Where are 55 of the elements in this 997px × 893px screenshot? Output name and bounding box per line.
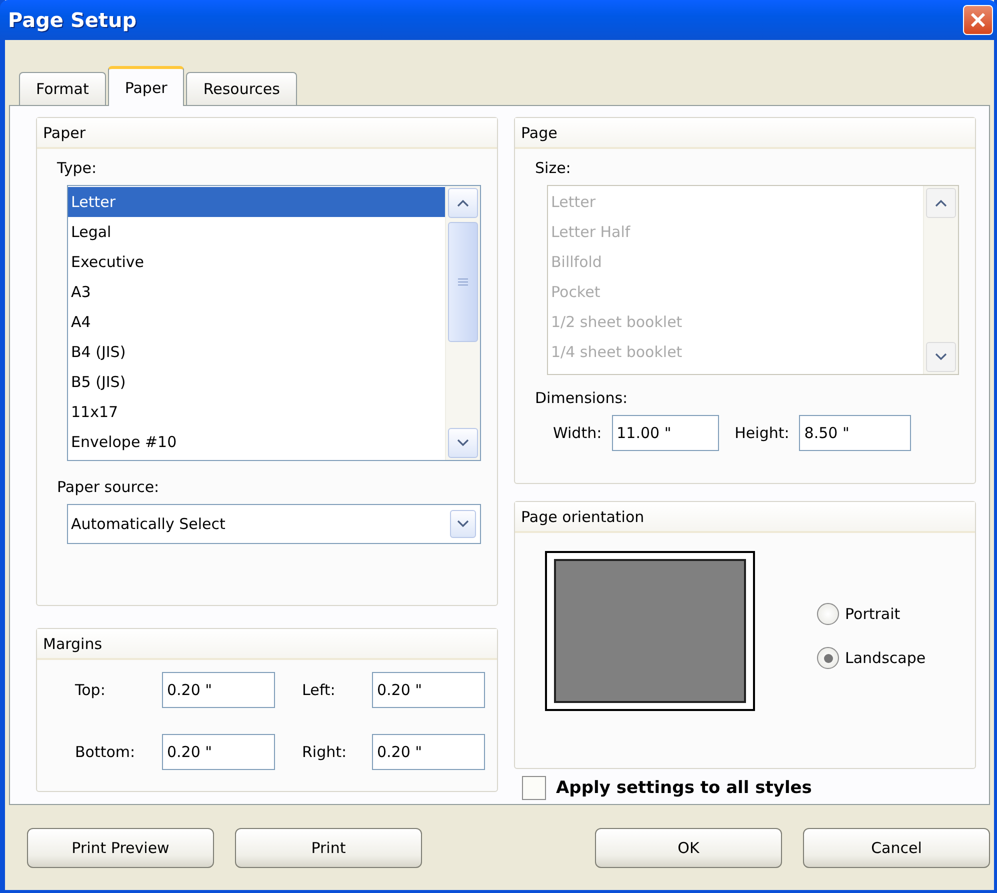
tab[interactable]: Format [19, 72, 106, 105]
text-field[interactable]: 0.20 " [372, 734, 485, 770]
list-item[interactable]: A4 [68, 307, 445, 337]
list-item[interactable]: Envelope #10 [68, 427, 445, 457]
paper-source-dropdown[interactable]: Automatically Select [67, 504, 481, 544]
scroll-thumb[interactable] [448, 222, 478, 342]
radio-label: Portrait [845, 605, 900, 623]
list-item[interactable]: A3 [68, 277, 445, 307]
text-field[interactable]: 8.50 " [799, 415, 912, 451]
text-field[interactable]: 0.20 " [162, 734, 275, 770]
dialog-button[interactable]: OK [595, 828, 782, 868]
scroll-up-button[interactable] [448, 188, 478, 218]
group-title: Page orientation [521, 508, 644, 526]
checkbox-label: Apply settings to all styles [556, 778, 812, 798]
radio-option[interactable]: Landscape [817, 647, 926, 669]
close-button[interactable] [963, 5, 993, 35]
field-label: Dimensions: [534, 388, 629, 407]
close-icon [970, 12, 986, 28]
list-item[interactable]: Executive [68, 247, 445, 277]
window-title: Page Setup [8, 8, 137, 32]
dialog-button[interactable]: Print Preview [27, 828, 214, 868]
text-field[interactable]: 0.20 " [372, 672, 485, 708]
field-label: Left: [302, 681, 336, 699]
group-title: Margins [43, 635, 102, 653]
checkbox[interactable] [522, 776, 546, 800]
list-item[interactable]: B4 (JIS) [68, 337, 445, 367]
list-item[interactable]: Letter [68, 187, 445, 217]
field-label: Bottom: [75, 743, 136, 761]
text-field[interactable]: 11.00 " [612, 415, 719, 451]
radio-button[interactable] [817, 603, 839, 625]
dialog-button[interactable]: Cancel [803, 828, 990, 868]
radio-label: Landscape [845, 649, 926, 667]
group-title: Paper [43, 124, 86, 142]
list-item[interactable]: Legal [68, 217, 445, 247]
dropdown-value: Automatically Select [71, 515, 226, 533]
field-label: Paper source: [56, 477, 160, 496]
field-label: Type: [56, 159, 98, 177]
dialog-button[interactable]: Print [235, 828, 422, 868]
field-label: Width: [553, 424, 602, 442]
scroll-down-button[interactable] [448, 428, 478, 458]
group-title: Page [521, 124, 558, 142]
field-label: Size: [534, 159, 572, 177]
field-label: Height: [734, 424, 790, 442]
dropdown-button[interactable] [450, 510, 476, 538]
text-field[interactable]: 0.20 " [162, 672, 275, 708]
tab[interactable]: Paper [108, 66, 184, 106]
field-label: Top: [75, 681, 106, 699]
list-item[interactable]: 11x17 [68, 397, 445, 427]
tab[interactable]: Resources [186, 72, 297, 105]
field-label: Right: [302, 743, 348, 761]
list-item[interactable]: B5 (JIS) [68, 367, 445, 397]
radio-button[interactable] [817, 647, 839, 669]
grip-icon [458, 278, 468, 286]
paper-type-list[interactable]: Letter Legal Executive A3 A4 B4 (JIS) B5 (JIS) 11x17 Envelope #10 [67, 185, 481, 461]
radio-option[interactable]: Portrait [817, 603, 926, 625]
